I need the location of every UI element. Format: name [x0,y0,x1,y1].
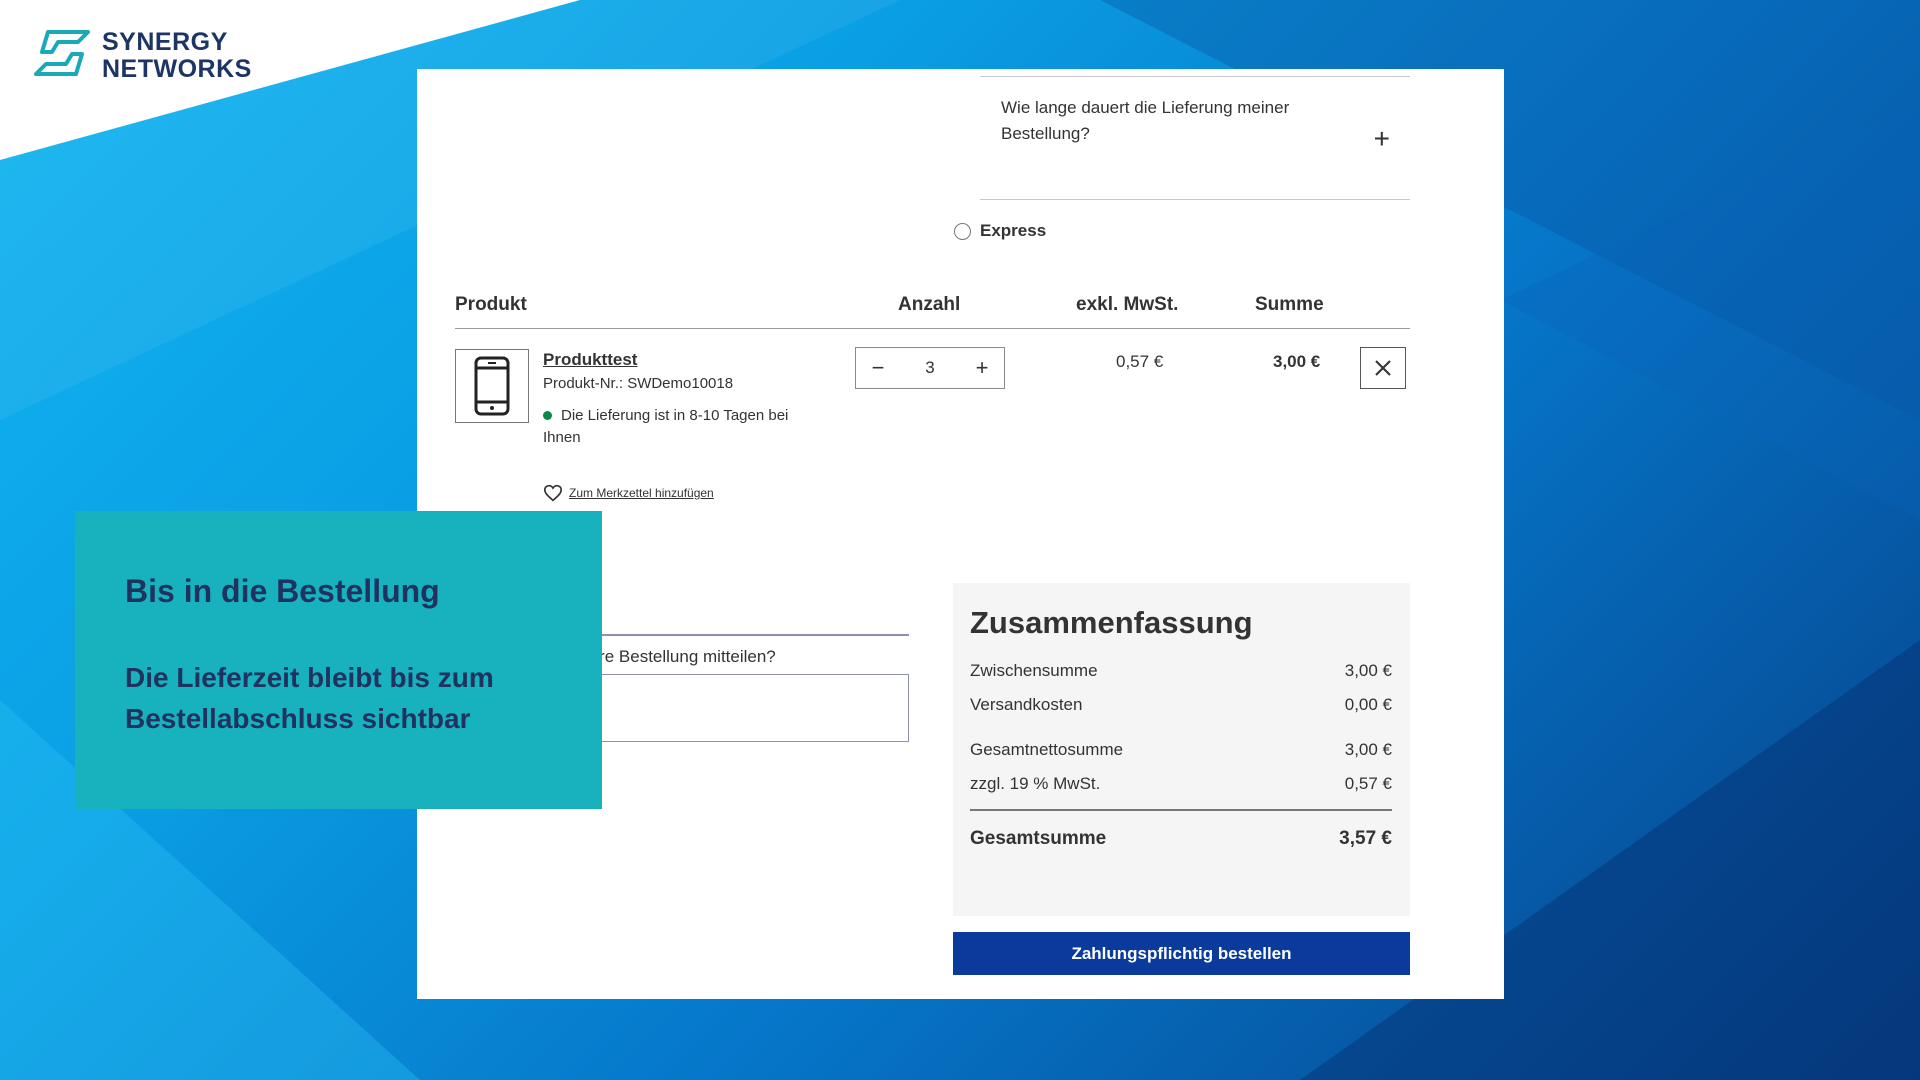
callout-title: Bis in die Bestellung [125,573,440,609]
grand-total-value: 3,57 € [1339,828,1392,849]
unit-price: 0,57 € [1116,352,1164,371]
product-name-link[interactable]: Produkttest [543,350,637,370]
plus-icon[interactable]: + [1374,125,1390,153]
quantity-value[interactable]: 3 [925,358,934,378]
feature-callout: Bis in die Bestellung Die Lieferzeit ble… [75,511,602,809]
header-net: exkl. MwSt. [1076,294,1179,315]
delivery-text: Die Lieferung ist in 8-10 Tagen bei Ihne… [543,407,789,446]
product-number: Produkt-Nr.: SWDemo10018 [543,375,734,392]
net-total-label: Gesamtnettosumme [970,740,1124,759]
subtotal-value: 3,00 € [1344,661,1392,680]
line-total: 3,00 € [1273,352,1321,371]
wishlist-link[interactable]: Zum Merkzettel hinzufügen [569,486,714,500]
shipping-option-express[interactable]: Express [954,221,1046,241]
brand-name-line2: NETWORKS [102,54,252,83]
grand-total-label: Gesamtsumme [970,828,1107,849]
place-order-button[interactable]: Zahlungspflichtig bestellen [953,932,1410,975]
smartphone-icon [474,356,510,416]
tax-row: zzgl. 19 % MwSt. 0,57 € [970,774,1392,794]
brand-name-line1: SYNERGY [102,27,228,56]
header-product: Produkt [455,294,527,315]
grand-total-row: Gesamtsumme 3,57 € [970,828,1392,850]
order-summary: Zusammenfassung Zwischensumme 3,00 € Ver… [953,583,1410,916]
shipping-label: Versandkosten [970,695,1083,714]
shipping-value: 0,00 € [1344,695,1392,714]
shipping-option-label[interactable]: Express [980,221,1046,241]
remove-item-button[interactable] [1360,347,1406,389]
heart-icon [543,484,563,502]
brand-logo: SYNERGY NETWORKS [34,28,252,83]
callout-subtitle: Die Lieferzeit bleibt bis zum Bestellabs… [125,662,494,734]
minus-icon[interactable]: − [866,355,890,381]
tax-value: 0,57 € [1344,774,1392,793]
faq-question[interactable]: Wie lange dauert die Lieferung meiner Be… [1001,95,1341,147]
radio-button[interactable] [954,222,971,240]
divider [970,809,1392,811]
delivery-info: Die Lieferung ist in 8-10 Tagen bei Ihne… [543,405,793,449]
subtotal-label: Zwischensumme [970,661,1098,680]
header-sum: Summe [1255,294,1324,315]
net-total-row: Gesamtnettosumme 3,00 € [970,740,1392,760]
product-image[interactable] [455,349,529,423]
cart-table-header: Produkt Anzahl exkl. MwSt. Summe [455,294,1410,329]
delivery-status-icon [543,411,552,420]
synergy-logo-icon [34,28,90,83]
tax-label: zzgl. 19 % MwSt. [970,774,1101,793]
shipping-row: Versandkosten 0,00 € [970,695,1392,715]
header-quantity: Anzahl [898,294,961,315]
plus-icon[interactable]: + [970,355,994,381]
faq-item[interactable]: Wie lange dauert die Lieferung meiner Be… [980,76,1410,200]
quantity-stepper[interactable]: − 3 + [855,347,1005,389]
add-to-wishlist[interactable]: Zum Merkzettel hinzufügen [543,484,714,502]
summary-title: Zusammenfassung [970,605,1253,640]
close-icon [1375,360,1391,376]
subtotal-row: Zwischensumme 3,00 € [970,661,1392,681]
net-total-value: 3,00 € [1344,740,1392,759]
